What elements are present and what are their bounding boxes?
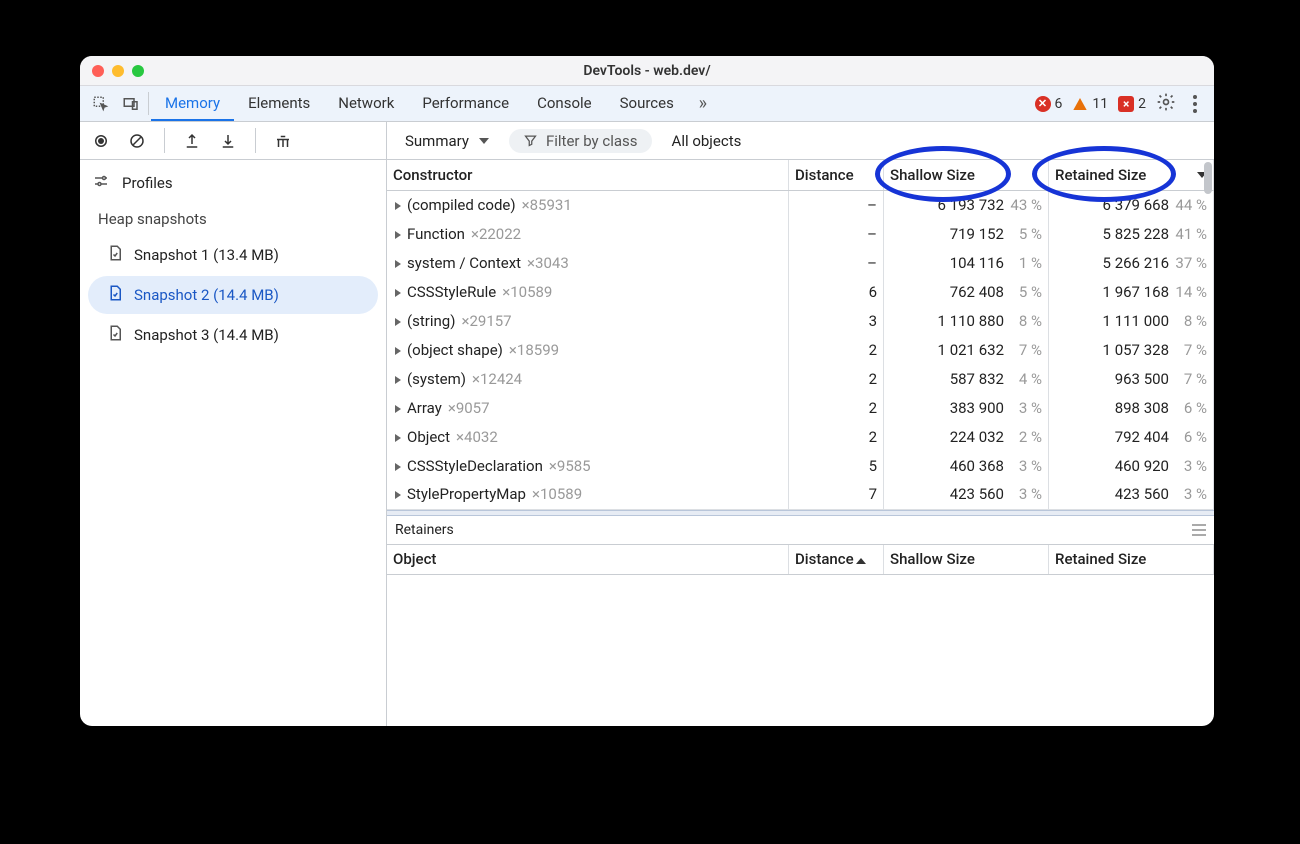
expand-arrow-icon[interactable] [395, 202, 401, 210]
table-row[interactable]: (object shape)×1859921 021 6327 %1 057 3… [387, 335, 1214, 364]
main-tabbar: Memory Elements Network Performance Cons… [80, 86, 1214, 122]
expand-arrow-icon[interactable] [395, 260, 401, 268]
expand-arrow-icon[interactable] [395, 376, 401, 384]
chevron-down-icon [479, 138, 489, 144]
record-button[interactable] [90, 132, 112, 150]
col-distance[interactable]: Distance [789, 160, 884, 190]
filter-icon [523, 133, 538, 148]
window-controls [92, 65, 144, 77]
close-window-button[interactable] [92, 65, 104, 77]
snapshot-icon [106, 284, 124, 306]
inspect-element-icon[interactable] [86, 86, 116, 121]
expand-arrow-icon[interactable] [395, 347, 401, 355]
sliders-icon [92, 172, 110, 194]
issue-icon: × [1118, 96, 1134, 112]
col-shallow-size[interactable]: Shallow Size [884, 160, 1049, 190]
snapshot-label: Snapshot 2 (14.4 MB) [134, 286, 279, 304]
object-scope-select[interactable]: All objects [662, 128, 752, 154]
device-toolbar-icon[interactable] [116, 86, 146, 121]
retainers-table: Object Distance Shallow Size Retained Si… [387, 545, 1214, 576]
import-button[interactable] [217, 132, 239, 150]
profiles-sidebar: Profiles Heap snapshots Snapshot 1 (13.4… [80, 160, 387, 726]
snapshot-icon [106, 244, 124, 266]
tab-performance[interactable]: Performance [408, 86, 523, 121]
retainers-col-retained[interactable]: Retained Size [1049, 545, 1214, 575]
retainers-col-object[interactable]: Object [387, 545, 789, 575]
more-options-button[interactable] [1186, 95, 1204, 113]
titlebar: DevTools - web.dev/ [80, 56, 1214, 86]
devtools-window: DevTools - web.dev/ Memory Elements Netw… [80, 56, 1214, 726]
tab-sources[interactable]: Sources [606, 86, 688, 121]
more-tabs-icon[interactable]: » [688, 86, 718, 121]
table-row[interactable]: Array×90572383 9003 %898 3086 % [387, 393, 1214, 422]
snapshot-icon [106, 324, 124, 346]
expand-arrow-icon[interactable] [395, 289, 401, 297]
sort-asc-icon [856, 558, 866, 564]
expand-arrow-icon[interactable] [395, 491, 401, 499]
minimize-window-button[interactable] [112, 65, 124, 77]
table-row[interactable]: (string)×2915731 110 8808 %1 111 0008 % [387, 306, 1214, 335]
table-header-row: Constructor Distance Shallow Size Retain… [387, 160, 1214, 190]
retainers-empty [387, 575, 1214, 726]
tab-sources-label: Sources [620, 94, 674, 112]
export-button[interactable] [181, 132, 203, 150]
tab-memory[interactable]: Memory [151, 86, 234, 121]
retainers-col-distance[interactable]: Distance [789, 545, 884, 575]
snapshots-header: Heap snapshots [80, 202, 386, 234]
tab-console-label: Console [537, 94, 592, 112]
table-row[interactable]: CSSStyleDeclaration×95855460 3683 %460 9… [387, 451, 1214, 480]
table-row[interactable]: CSSStyleRule×105896762 4085 %1 967 16814… [387, 277, 1214, 306]
expand-arrow-icon[interactable] [395, 231, 401, 239]
snapshot-label: Snapshot 3 (14.4 MB) [134, 326, 279, 344]
issue-count[interactable]: × 2 [1118, 96, 1146, 112]
col-constructor[interactable]: Constructor [387, 160, 789, 190]
table-row[interactable]: system / Context×3043–104 1161 %5 266 21… [387, 248, 1214, 277]
snapshot-item[interactable]: Snapshot 3 (14.4 MB) [88, 316, 378, 354]
error-icon: ✕ [1035, 96, 1051, 112]
tab-memory-label: Memory [165, 94, 220, 112]
class-filter-input[interactable]: Filter by class [509, 129, 652, 153]
window-title: DevTools - web.dev/ [80, 63, 1214, 79]
expand-arrow-icon[interactable] [395, 434, 401, 442]
col-retained-size[interactable]: Retained Size [1049, 160, 1214, 190]
settings-button[interactable] [1156, 92, 1176, 116]
tab-elements-label: Elements [248, 94, 310, 112]
view-mode-select[interactable]: Summary [395, 128, 499, 154]
retainers-col-shallow[interactable]: Shallow Size [884, 545, 1049, 575]
table-row[interactable]: Object×40322224 0322 %792 4046 % [387, 422, 1214, 451]
tab-network-label: Network [338, 94, 394, 112]
retainers-menu-icon[interactable] [1192, 524, 1206, 536]
error-count[interactable]: ✕ 6 [1035, 96, 1063, 112]
gc-button[interactable] [272, 132, 294, 150]
tab-network[interactable]: Network [324, 86, 408, 121]
snapshot-item[interactable]: Snapshot 1 (13.4 MB) [88, 236, 378, 274]
table-row[interactable]: (compiled code)×85931–6 193 73243 %6 379… [387, 190, 1214, 219]
warning-count[interactable]: 11 [1072, 96, 1108, 112]
warning-icon [1072, 96, 1088, 112]
snapshot-item[interactable]: Snapshot 2 (14.4 MB) [88, 276, 378, 314]
tab-elements[interactable]: Elements [234, 86, 324, 121]
table-row[interactable]: Function×22022–719 1525 %5 825 22841 % [387, 219, 1214, 248]
expand-arrow-icon[interactable] [395, 318, 401, 326]
tab-performance-label: Performance [422, 94, 509, 112]
table-row[interactable]: StylePropertyMap×105897423 5603 %423 560… [387, 480, 1214, 509]
constructor-table: Constructor Distance Shallow Size Retain… [387, 160, 1214, 510]
snapshot-label: Snapshot 1 (13.4 MB) [134, 246, 279, 264]
table-row[interactable]: (system)×124242587 8324 %963 5007 % [387, 364, 1214, 393]
expand-arrow-icon[interactable] [395, 405, 401, 413]
zoom-window-button[interactable] [132, 65, 144, 77]
expand-arrow-icon[interactable] [395, 463, 401, 471]
memory-content: Constructor Distance Shallow Size Retain… [387, 160, 1214, 726]
clear-button[interactable] [126, 132, 148, 150]
scrollbar-thumb[interactable] [1204, 162, 1212, 194]
tab-console[interactable]: Console [523, 86, 606, 121]
retainers-header: Retainers [387, 516, 1214, 545]
profiles-label: Profiles [122, 174, 173, 192]
memory-toolbar: Summary Filter by class All objects [80, 122, 1214, 160]
